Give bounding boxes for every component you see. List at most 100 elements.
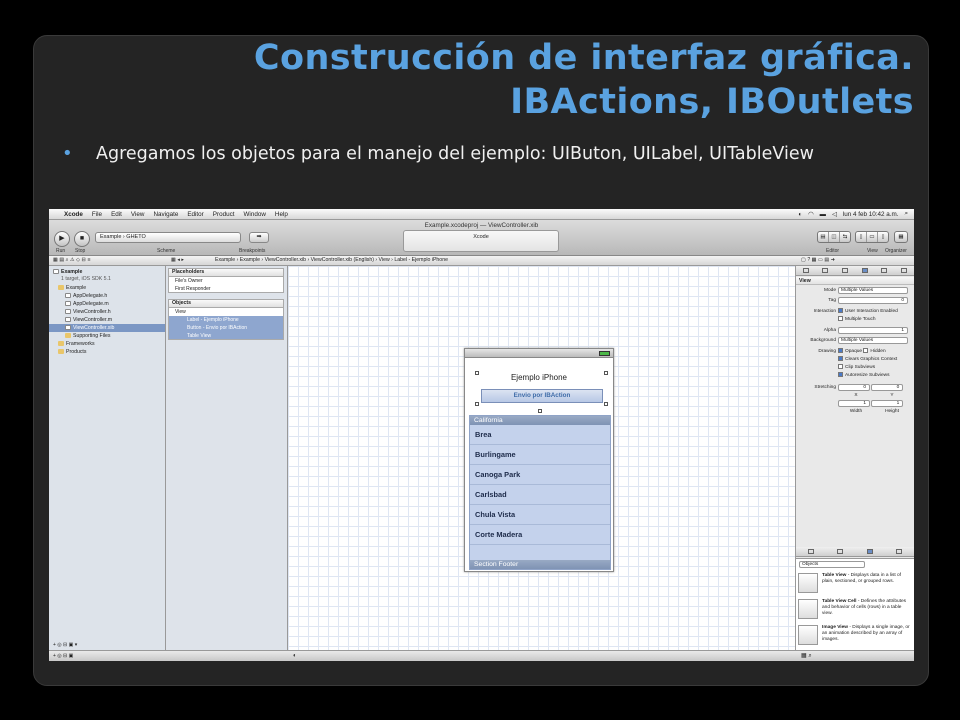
nav-item[interactable]: Products <box>49 348 165 356</box>
stretch-y-field[interactable]: 0 <box>871 384 904 391</box>
table-cell[interactable]: Chula Vista <box>470 505 610 525</box>
menu-editor[interactable]: Editor <box>187 211 203 218</box>
menu-window[interactable]: Window <box>243 211 265 218</box>
multiple-touch-checkbox[interactable] <box>838 316 843 321</box>
objects-header[interactable]: Objects <box>168 299 284 308</box>
menu-xcode[interactable]: Xcode <box>64 211 83 218</box>
volume-icon[interactable]: ◁ <box>832 211 837 218</box>
navigator-tabs[interactable]: ▦ ▤ ⌕ ⚠ ◇ ⊟ ≡ <box>53 256 90 265</box>
clears-context-checkbox[interactable] <box>838 356 843 361</box>
outline-table-view[interactable]: Table View <box>168 332 284 340</box>
nav-item[interactable]: AppDelegate.m <box>49 300 165 308</box>
nav-filter-controls[interactable]: + ◎ ⊟ ▣ <box>53 651 73 661</box>
inspector-tab-bar[interactable] <box>796 266 914 276</box>
wifi-icon[interactable]: ◠ <box>808 211 814 218</box>
stretching-label: Stretching <box>814 385 836 390</box>
stretch-width-field[interactable]: 1 <box>838 400 870 407</box>
inspector-view-section[interactable]: View <box>796 277 914 285</box>
nav-item[interactable]: ViewController.xib <box>49 324 165 332</box>
menubar-clock[interactable]: lun 4 feb 10:42 a.m. <box>843 211 899 218</box>
navigator-filter-bar[interactable]: + ◎ ⊟ ▣ ▾ <box>49 640 165 650</box>
outline-files-owner[interactable]: File's Owner <box>168 277 284 285</box>
object-library-icon <box>866 549 873 554</box>
menu-navigate[interactable]: Navigate <box>153 211 178 218</box>
placeholders-header[interactable]: Placeholders <box>168 268 284 277</box>
scheme-selector[interactable]: Example › GHETO <box>95 232 241 243</box>
project-navigator: Example 1 target, iOS SDK 5.1 Example App… <box>49 266 166 650</box>
file-icon <box>65 293 71 298</box>
nav-item[interactable]: Frameworks <box>49 340 165 348</box>
flag-icon[interactable]: ▬ <box>820 211 826 218</box>
ejemplo-label[interactable]: Ejemplo iPhone <box>465 373 613 382</box>
outline-label[interactable]: Label - Ejemplo iPhone <box>168 316 284 324</box>
iphone-view[interactable]: Ejemplo iPhone Envio por IBAction Califo… <box>464 348 614 572</box>
menu-help[interactable]: Help <box>275 211 288 218</box>
table-cell[interactable]: Canoga Park <box>470 465 610 485</box>
table-cell[interactable]: Corte Madera <box>470 525 610 545</box>
resize-handle[interactable] <box>604 402 608 406</box>
menu-file[interactable]: File <box>92 211 102 218</box>
background-popup[interactable]: Multiple Values <box>838 337 908 344</box>
opaque-checkbox[interactable] <box>838 348 843 353</box>
clip-subviews-checkbox[interactable] <box>838 364 843 369</box>
library-view-toggle[interactable]: ▦ ⌕ <box>801 651 812 661</box>
organizer-button[interactable]: ▦ <box>894 231 908 243</box>
run-button[interactable]: ▶ <box>54 231 70 247</box>
outline-toggle-icon[interactable]: ◐ <box>293 651 297 661</box>
nav-item[interactable]: ViewController.h <box>49 308 165 316</box>
mode-popup[interactable]: Multiple Values <box>838 287 908 294</box>
library-tab-bar[interactable] <box>796 547 914 557</box>
bottom-bar: + ◎ ⊟ ▣ ◐ ▦ ⌕ <box>49 650 914 661</box>
menu-view[interactable]: View <box>131 211 145 218</box>
table-cell[interactable]: Carlsbad <box>470 485 610 505</box>
library-item[interactable]: Table View Cell - Defines the attributes… <box>798 598 912 621</box>
jump-bar-path[interactable]: Example › Example › ViewController.xib ›… <box>215 256 448 265</box>
autoresize-checkbox[interactable] <box>838 372 843 377</box>
table-view[interactable]: California Brea Burlingame Canoga Park Carl… <box>469 415 611 570</box>
outline-button[interactable]: Button - Envio por IBAction <box>168 324 284 332</box>
outline-first-responder[interactable]: First Responder <box>168 285 284 293</box>
stretch-height-field[interactable]: 1 <box>871 400 904 407</box>
library-item[interactable]: Table View - Displays data in a list of … <box>798 572 912 595</box>
editor-segmented[interactable]: ▤ ◫ ⇆ <box>817 231 851 243</box>
menu-product[interactable]: Product <box>213 211 235 218</box>
battery-icon <box>599 351 610 356</box>
resize-handle[interactable] <box>475 371 479 375</box>
library-filter-popup[interactable]: Objects <box>799 561 865 568</box>
spotlight-icon[interactable]: ⌕ <box>904 210 908 218</box>
menu-edit[interactable]: Edit <box>111 211 122 218</box>
tag-field[interactable]: 0 <box>838 297 908 304</box>
table-cell[interactable]: Burlingame <box>470 445 610 465</box>
library-item[interactable]: Image View - Displays a single image, or… <box>798 624 912 647</box>
editor-label: Editor <box>826 248 840 254</box>
resize-handle[interactable] <box>604 371 608 375</box>
interface-canvas[interactable]: Ejemplo iPhone Envio por IBAction Califo… <box>288 266 796 650</box>
nav-item[interactable]: ViewController.m <box>49 316 165 324</box>
nav-item[interactable]: AppDelegate.h <box>49 292 165 300</box>
code-snippet-icon <box>837 549 844 554</box>
folder-icon <box>58 285 64 290</box>
outline-view[interactable]: View <box>168 308 284 316</box>
size-inspector-icon <box>881 268 888 273</box>
status-icon[interactable]: ◐ <box>798 211 802 218</box>
view-segmented[interactable]: ▯ ▭ ▯ <box>855 231 889 243</box>
resize-handle[interactable] <box>475 402 479 406</box>
hidden-checkbox[interactable] <box>863 348 869 353</box>
bullet-point: • Agregamos los objetos para el manejo d… <box>62 142 910 166</box>
user-interaction-checkbox[interactable] <box>838 308 843 313</box>
breakpoints-button[interactable]: ➡ <box>249 232 269 243</box>
xcode-screenshot: Xcode File Edit View Navigate Editor Pro… <box>49 209 914 661</box>
mac-menubar: Xcode File Edit View Navigate Editor Pro… <box>49 209 914 220</box>
alpha-field[interactable]: 1 <box>838 327 908 334</box>
status-bar <box>465 349 613 358</box>
stop-button[interactable]: ■ <box>74 231 90 247</box>
table-cell[interactable]: Brea <box>470 425 610 445</box>
stretch-x-field[interactable]: 0 <box>838 384 870 391</box>
envio-button[interactable]: Envio por IBAction <box>481 389 603 403</box>
nav-item[interactable]: Supporting Files <box>49 332 165 340</box>
outline-controls[interactable]: ▦ ◂ ▸ <box>171 256 184 265</box>
resize-handle[interactable] <box>538 409 542 413</box>
nav-item[interactable]: Example <box>49 284 165 292</box>
inspector-tabs[interactable]: ▢ ? ▦ ▭ ▤ ➜ <box>801 256 835 265</box>
activity-viewer: Xcode <box>403 230 559 252</box>
